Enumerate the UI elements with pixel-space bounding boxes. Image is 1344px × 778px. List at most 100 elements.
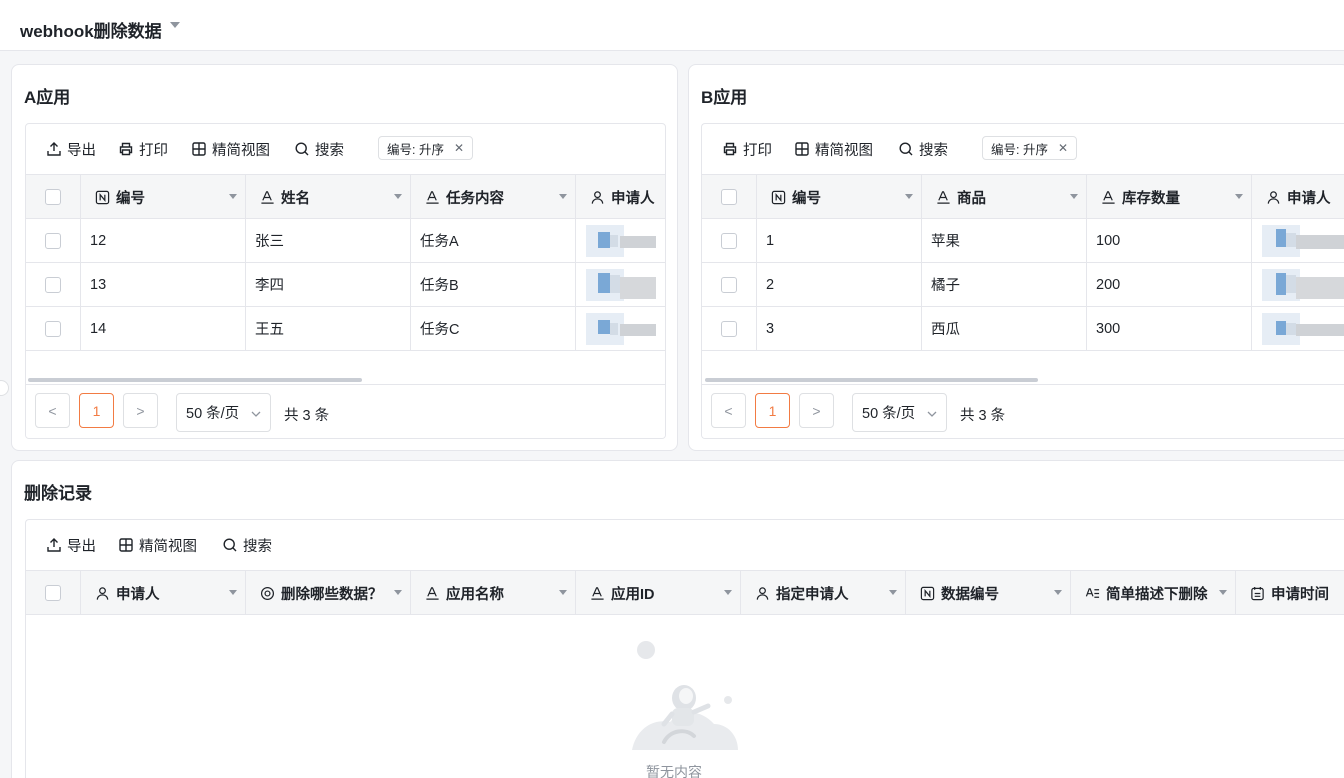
chevron-down-icon[interactable] (559, 590, 567, 595)
column-header[interactable]: 库存数量 (1087, 175, 1252, 219)
column-header[interactable]: 删除哪些数据？ (246, 571, 411, 615)
horizontal-scrollbar[interactable] (28, 378, 362, 382)
cell-product[interactable]: 橘子 (922, 263, 1087, 306)
cell-id[interactable]: 2 (757, 263, 922, 306)
prev-page-button[interactable]: < (35, 393, 70, 428)
page-1-button[interactable]: 1 (755, 393, 790, 428)
card-c-title: 删除记录 (24, 484, 92, 503)
cell-id[interactable]: 12 (81, 219, 246, 262)
chevron-down-icon[interactable] (889, 590, 897, 595)
row-checkbox[interactable] (45, 232, 61, 249)
column-header[interactable]: 数据编号 (906, 571, 1071, 615)
table-row[interactable]: 1 苹果 100 (702, 219, 1344, 263)
select-all-checkbox[interactable] (45, 189, 61, 205)
table-row[interactable]: 2 橘子 200 (702, 263, 1344, 307)
page-size-select[interactable]: 50 条/页 (176, 393, 271, 432)
cell-name[interactable]: 李四 (246, 263, 411, 306)
table-row[interactable]: 3 西瓜 300 (702, 307, 1344, 351)
column-header[interactable]: 编号 (81, 175, 246, 219)
column-header[interactable]: 申请人 (81, 571, 246, 615)
column-header[interactable]: 编号 (757, 175, 922, 219)
page-1-button[interactable]: 1 (79, 393, 114, 428)
cell-applicant[interactable] (576, 219, 665, 262)
cell-stock[interactable]: 200 (1087, 263, 1252, 306)
chevron-down-icon[interactable] (559, 194, 567, 199)
page-title[interactable]: webhook删除数据 (20, 17, 162, 42)
column-header[interactable]: 简单描述下删除 (1071, 571, 1236, 615)
cell-applicant[interactable] (1252, 307, 1344, 350)
chevron-down-icon[interactable] (394, 590, 402, 595)
table-row[interactable]: 12 张三 任务A (26, 219, 665, 263)
cell-id[interactable]: 14 (81, 307, 246, 350)
page-size-select[interactable]: 50 条/页 (852, 393, 947, 432)
column-label: 姓名 (281, 190, 310, 207)
chevron-down-icon[interactable] (724, 590, 732, 595)
cell-name[interactable]: 张三 (246, 219, 411, 262)
cell-task[interactable]: 任务C (411, 307, 576, 350)
select-all-checkbox[interactable] (721, 189, 737, 205)
print-button[interactable]: 打印 (118, 139, 168, 159)
card-a-pagination: < 1 > 50 条/页 共 3 条 (26, 384, 665, 438)
cell-applicant[interactable] (1252, 263, 1344, 306)
horizontal-scrollbar[interactable] (705, 378, 1038, 382)
table-row[interactable]: 14 王五 任务C (26, 307, 665, 351)
cell-stock[interactable]: 300 (1087, 307, 1252, 350)
column-header[interactable]: 姓名 (246, 175, 411, 219)
column-header[interactable]: 申请人 (576, 175, 665, 219)
chevron-down-icon[interactable] (905, 194, 913, 199)
chevron-down-icon[interactable] (394, 194, 402, 199)
chevron-down-icon[interactable] (229, 590, 237, 595)
card-b-table: 打印 精简视图 搜索 编号: 升序 ✕ 编号 商品 库存数量 申请人 1 苹果 … (701, 123, 1344, 439)
sidebar-toggle-handle[interactable] (0, 380, 9, 396)
search-button[interactable]: 搜索 (294, 139, 344, 159)
row-checkbox[interactable] (721, 276, 737, 293)
table-row[interactable]: 13 李四 任务B (26, 263, 665, 307)
row-checkbox[interactable] (45, 320, 61, 337)
cell-applicant[interactable] (576, 263, 665, 306)
cell-id[interactable]: 3 (757, 307, 922, 350)
chevron-down-icon[interactable] (1054, 590, 1062, 595)
cell-id[interactable]: 13 (81, 263, 246, 306)
column-header[interactable]: 申请人 (1252, 175, 1344, 219)
cell-stock[interactable]: 100 (1087, 219, 1252, 262)
compact-view-button[interactable]: 精简视图 (794, 139, 873, 159)
column-header[interactable]: 任务内容 (411, 175, 576, 219)
search-button[interactable]: 搜索 (222, 535, 272, 555)
card-a: A应用 导出 打印 精简视图 搜索 编号: 升序 ✕ 编号 姓名 任务内容 申请… (11, 64, 678, 451)
close-icon[interactable]: ✕ (454, 141, 464, 155)
sort-tag[interactable]: 编号: 升序 ✕ (982, 136, 1078, 160)
title-dropdown-caret-icon[interactable] (170, 22, 180, 28)
chevron-down-icon[interactable] (1235, 194, 1243, 199)
next-page-button[interactable]: > (123, 393, 158, 428)
next-page-button[interactable]: > (799, 393, 834, 428)
search-button[interactable]: 搜索 (898, 139, 948, 159)
chevron-down-icon[interactable] (1219, 590, 1227, 595)
compact-view-button[interactable]: 精简视图 (118, 535, 197, 555)
column-header[interactable]: 应用名称 (411, 571, 576, 615)
cell-task[interactable]: 任务B (411, 263, 576, 306)
compact-view-button[interactable]: 精简视图 (191, 139, 270, 159)
cell-product[interactable]: 西瓜 (922, 307, 1087, 350)
column-header[interactable]: 应用ID (576, 571, 741, 615)
close-icon[interactable]: ✕ (1058, 141, 1068, 155)
cell-applicant[interactable] (576, 307, 665, 350)
row-checkbox[interactable] (721, 320, 737, 337)
column-header[interactable]: 商品 (922, 175, 1087, 219)
chevron-down-icon[interactable] (1070, 194, 1078, 199)
row-checkbox[interactable] (721, 232, 737, 249)
cell-task[interactable]: 任务A (411, 219, 576, 262)
sort-tag[interactable]: 编号: 升序 ✕ (378, 136, 474, 160)
cell-applicant[interactable] (1252, 219, 1344, 262)
cell-product[interactable]: 苹果 (922, 219, 1087, 262)
export-button[interactable]: 导出 (46, 535, 96, 555)
select-all-checkbox[interactable] (45, 585, 61, 601)
print-button[interactable]: 打印 (722, 139, 772, 159)
column-header[interactable]: 申请时间 (1236, 571, 1344, 615)
chevron-down-icon[interactable] (229, 194, 237, 199)
row-checkbox[interactable] (45, 276, 61, 293)
cell-id[interactable]: 1 (757, 219, 922, 262)
column-header[interactable]: 指定申请人 (741, 571, 906, 615)
export-button[interactable]: 导出 (46, 139, 96, 159)
prev-page-button[interactable]: < (711, 393, 746, 428)
cell-name[interactable]: 王五 (246, 307, 411, 350)
